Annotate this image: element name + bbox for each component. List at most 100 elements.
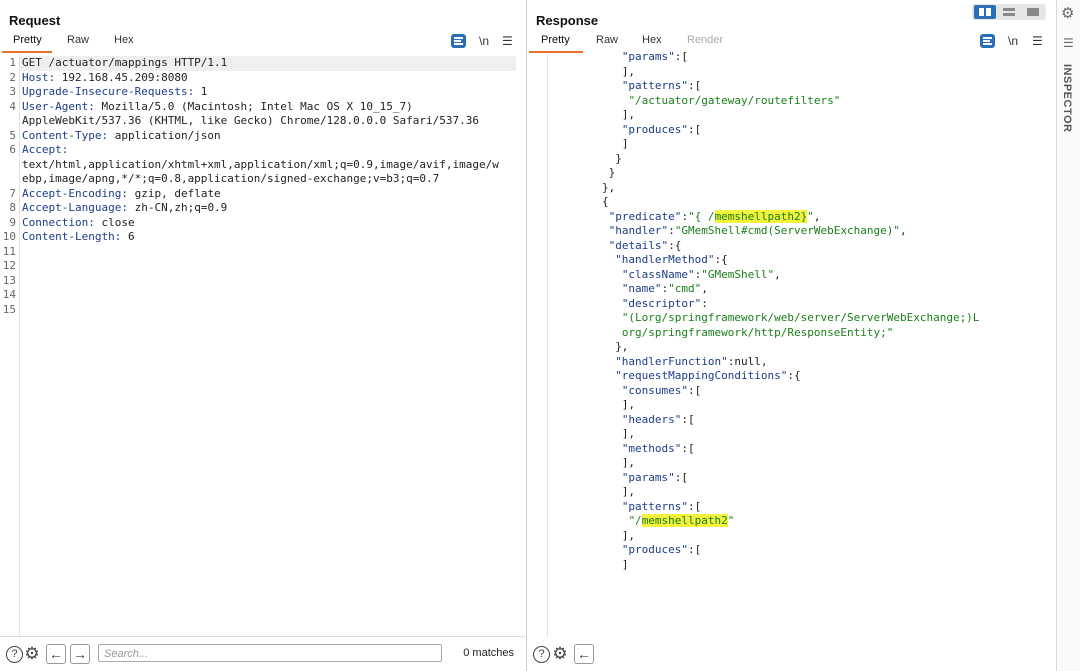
response-line: ] xyxy=(527,137,1056,152)
back-arrow-icon[interactable]: ← xyxy=(46,644,66,664)
newline-toggle[interactable]: \n xyxy=(479,34,489,48)
json-punct: :{ xyxy=(787,369,801,382)
json-text: "/actuator/gateway/routefilters" xyxy=(628,94,840,109)
tab-hex[interactable]: Hex xyxy=(642,34,662,46)
side-by-side-layout-icon[interactable] xyxy=(974,5,996,19)
line-number: 11 xyxy=(2,244,16,258)
menu-icon[interactable]: ☰ xyxy=(502,34,513,48)
response-line: "descriptor": xyxy=(527,297,1056,312)
word-wrap-button[interactable] xyxy=(980,34,995,48)
active-tab-indicator xyxy=(2,51,52,53)
help-icon[interactable]: ? xyxy=(6,646,23,663)
gear-icon[interactable]: ⚙ xyxy=(550,644,570,664)
stacked-layout-icon[interactable] xyxy=(998,5,1020,19)
request-line: 3 Upgrade-Insecure-Requests: 1 xyxy=(0,85,526,100)
help-icon[interactable]: ? xyxy=(533,646,550,663)
search-highlight: memshellpath2} xyxy=(714,209,808,223)
line-number: 15 xyxy=(2,302,16,316)
json-text: { xyxy=(602,195,609,210)
line-number: 1 xyxy=(9,56,16,69)
tab-render[interactable]: Render xyxy=(687,34,723,46)
request-line-text: Accept-Encoding: gzip, deflate xyxy=(22,187,221,202)
json-key: "requestMappingConditions" xyxy=(615,369,788,382)
json-key: "className" xyxy=(621,267,695,281)
response-editor[interactable]: "params":[], "patterns":["/actuator/gatew… xyxy=(527,50,1056,637)
response-line: "methods":[ xyxy=(527,442,1056,457)
request-line-text: Host: 192.168.45.209:8080 xyxy=(22,71,188,86)
json-text: "params":[ xyxy=(622,50,688,65)
request-line: 6 Accept: xyxy=(0,143,526,158)
request-line: ebp,image/apng,*/*;q=0.8,application/sig… xyxy=(0,172,526,187)
request-line: 4 User-Agent: Mozilla/5.0 (Macintosh; Int… xyxy=(0,100,526,115)
search-input[interactable]: Search... xyxy=(98,644,442,662)
response-line: "consumes":[ xyxy=(527,384,1056,399)
layout-toggle-group xyxy=(972,4,1046,20)
request-line: 5 Content-Type: application/json xyxy=(0,129,526,144)
json-punct: ], xyxy=(621,108,636,121)
json-text: ], xyxy=(622,65,635,80)
json-punct: } xyxy=(615,151,622,165)
menu-icon[interactable]: ☰ xyxy=(1032,34,1043,48)
forward-arrow-icon[interactable]: → xyxy=(70,644,90,664)
settings-gear-icon[interactable]: ⚙ xyxy=(1061,4,1074,22)
json-punct: , xyxy=(774,267,781,281)
json-punct: :[ xyxy=(681,412,695,426)
request-line-text: Accept-Language: zh-CN,zh;q=0.9 xyxy=(22,201,227,216)
response-line: "params":[ xyxy=(527,50,1056,65)
header-name: Content-Length: xyxy=(22,230,122,243)
response-line: }, xyxy=(527,181,1056,196)
response-line: "patterns":[ xyxy=(527,79,1056,94)
inspector-menu-icon[interactable]: ☰ xyxy=(1063,36,1074,50)
json-text: ], xyxy=(622,108,635,123)
gear-icon[interactable]: ⚙ xyxy=(22,644,42,664)
header-value: 192.168.45.209:8080 xyxy=(55,70,188,84)
tab-pretty[interactable]: Pretty xyxy=(13,34,42,46)
inspector-label[interactable]: INSPECTOR xyxy=(1061,64,1073,132)
request-line: 7 Accept-Encoding: gzip, deflate xyxy=(0,187,526,202)
json-string: "GMemShell" xyxy=(701,267,775,281)
header-name: Upgrade-Insecure-Requests: xyxy=(22,85,195,98)
response-line: "handlerMethod":{ xyxy=(527,253,1056,268)
line-number: 7 xyxy=(9,186,16,200)
line-number: 4 xyxy=(9,99,16,113)
response-line: { xyxy=(527,195,1056,210)
request-line: 13 xyxy=(0,274,526,289)
response-line: "/memshellpath2" xyxy=(527,514,1056,529)
request-line-text: text/html,application/xhtml+xml,applicat… xyxy=(22,158,499,173)
json-text: "(Lorg/springframework/web/server/Server… xyxy=(622,311,980,326)
json-text: "predicate":"{ /memshellpath2}", xyxy=(609,209,821,225)
tab-pretty[interactable]: Pretty xyxy=(541,34,570,46)
request-line: AppleWebKit/537.36 (KHTML, like Gecko) C… xyxy=(0,114,526,129)
header-value: text/html,application/xhtml+xml,applicat… xyxy=(22,157,499,171)
json-key: "produces" xyxy=(621,543,689,556)
response-line: } xyxy=(527,166,1056,181)
back-arrow-icon[interactable]: ← xyxy=(574,644,594,664)
response-line: "name":"cmd", xyxy=(527,282,1056,297)
json-key: "patterns" xyxy=(621,79,689,92)
word-wrap-button[interactable] xyxy=(451,34,466,48)
header-value: gzip, deflate xyxy=(127,186,221,200)
json-punct: :[ xyxy=(674,470,689,484)
search-highlight: memshellpath2 xyxy=(641,514,728,527)
json-text: "patterns":[ xyxy=(622,79,701,94)
json-text: "/memshellpath2" xyxy=(628,514,734,529)
newline-toggle[interactable]: \n xyxy=(1008,34,1018,48)
json-key: "handlerMethod" xyxy=(615,253,715,266)
json-text: ], xyxy=(622,398,635,413)
json-text: "headers":[ xyxy=(622,413,695,428)
request-line: 11 xyxy=(0,245,526,260)
request-line: 9 Connection: close xyxy=(0,216,526,231)
json-text: "handlerMethod":{ xyxy=(615,253,728,268)
request-editor[interactable]: 1 GET /actuator/mappings HTTP/1.1 2 Host: 1… xyxy=(0,54,526,637)
response-line: ], xyxy=(527,456,1056,471)
tab-hex[interactable]: Hex xyxy=(114,34,134,46)
tab-raw[interactable]: Raw xyxy=(596,34,618,46)
tab-raw[interactable]: Raw xyxy=(67,34,89,46)
request-line-text: User-Agent: Mozilla/5.0 (Macintosh; Inte… xyxy=(22,100,413,115)
single-pane-layout-icon[interactable] xyxy=(1022,5,1044,19)
json-punct: :{ xyxy=(714,253,728,266)
request-line: 8 Accept-Language: zh-CN,zh;q=0.9 xyxy=(0,201,526,216)
request-line: 10 Content-Length: 6 xyxy=(0,230,526,245)
header-name: Accept-Encoding: xyxy=(22,186,128,200)
header-name: Connection: xyxy=(22,215,95,229)
